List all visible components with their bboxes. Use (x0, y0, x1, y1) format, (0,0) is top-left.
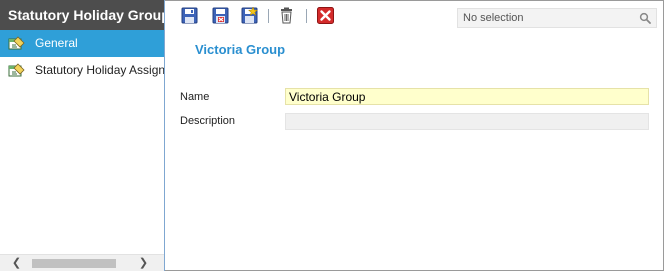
close-icon[interactable] (317, 7, 334, 24)
toolbar-separator (268, 9, 269, 23)
general-icon (8, 36, 25, 50)
sidebar-item-label: General (35, 36, 78, 50)
name-field[interactable] (285, 88, 649, 105)
search-icon[interactable] (639, 12, 651, 24)
toolbar: No selection (166, 0, 663, 32)
name-label: Name (180, 91, 210, 103)
search-placeholder: No selection (463, 12, 524, 24)
sidebar-item-statutory-holiday-assignment[interactable]: Statutory Holiday Assignment (0, 57, 164, 84)
sidebar-title: Statutory Holiday Group (0, 0, 164, 30)
horizontal-scrollbar[interactable]: ❮ ❯ (0, 254, 164, 271)
detail-pane: No selection Victoria Group Name Descrip… (166, 0, 663, 270)
description-field[interactable] (285, 113, 649, 130)
save-close-icon[interactable] (212, 7, 229, 24)
sidebar-item-general[interactable]: General (0, 30, 164, 57)
scroll-left-icon[interactable]: ❮ (8, 255, 25, 271)
sidebar-item-label: Statutory Holiday Assignment (35, 63, 164, 77)
scroll-right-icon[interactable]: ❯ (135, 255, 152, 271)
toolbar-separator (306, 9, 307, 23)
page-title: Victoria Group (195, 42, 286, 57)
assignment-icon (8, 63, 25, 77)
delete-icon[interactable] (278, 7, 295, 24)
save-new-icon[interactable] (241, 7, 258, 24)
search-box[interactable]: No selection (457, 8, 657, 28)
sidebar: Statutory Holiday Group General Statutor… (0, 0, 165, 271)
scrollbar-thumb[interactable] (32, 259, 116, 268)
save-icon[interactable] (181, 7, 198, 24)
description-label: Description (180, 115, 236, 127)
